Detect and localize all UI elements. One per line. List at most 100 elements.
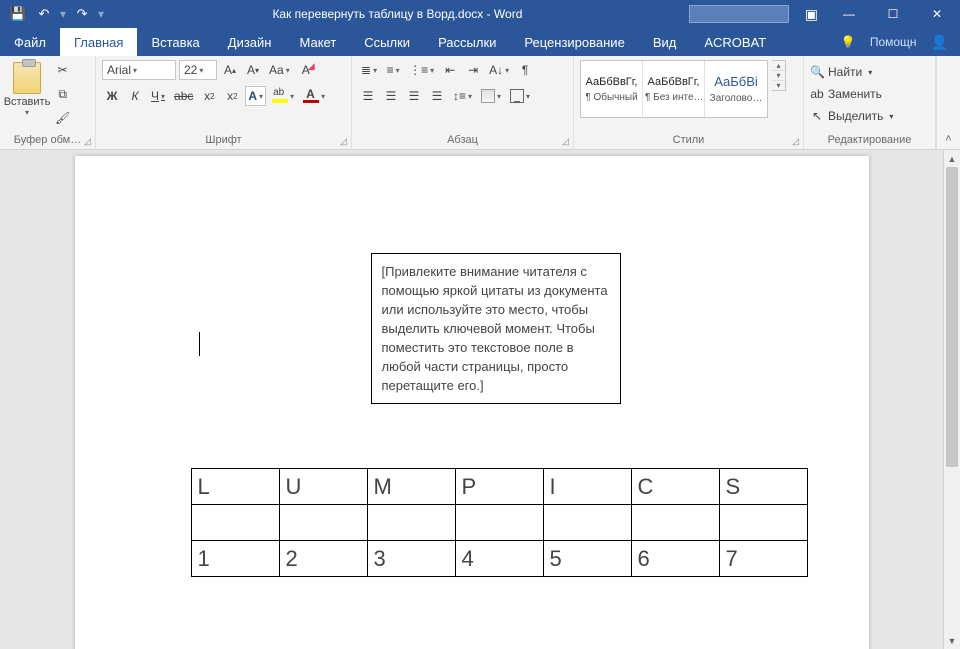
bullets-button[interactable]: ≣ <box>358 60 380 80</box>
save-button[interactable]: 💾 <box>6 2 30 26</box>
table-cell[interactable]: 6 <box>631 541 719 577</box>
redo-button[interactable]: ↷ <box>70 2 94 26</box>
justify-button[interactable]: ☰ <box>427 86 447 106</box>
italic-button[interactable]: К <box>125 86 145 106</box>
decrease-indent-button[interactable]: ⇤ <box>440 60 460 80</box>
paste-button[interactable]: Вставить ▾ <box>6 60 48 117</box>
styles-gallery-scroll[interactable]: ▴ ▾ ▾ <box>772 60 786 91</box>
select-button[interactable]: ↖Выделить▾ <box>810 106 893 126</box>
font-color-button[interactable] <box>300 86 328 106</box>
table-cell[interactable]: U <box>279 469 367 505</box>
tell-me[interactable]: Помощн <box>870 35 917 49</box>
table-cell[interactable] <box>719 505 807 541</box>
numbering-button[interactable]: ≡ <box>383 60 403 80</box>
table-cell[interactable]: 7 <box>719 541 807 577</box>
line-spacing-button[interactable]: ↕≡ <box>450 86 475 106</box>
table-cell[interactable]: C <box>631 469 719 505</box>
font-size-combo[interactable]: 22 <box>179 60 217 80</box>
table-cell[interactable]: 4 <box>455 541 543 577</box>
change-case-button[interactable]: Aa <box>266 60 293 80</box>
ribbon-display-options[interactable]: ▣ <box>805 6 818 23</box>
tab-acrobat[interactable]: ACROBAT <box>690 28 780 56</box>
strikethrough-button[interactable]: abc <box>171 86 196 106</box>
copy-button[interactable]: ⧉ <box>52 84 73 104</box>
superscript-button[interactable]: x2 <box>222 86 242 106</box>
table-cell[interactable]: I <box>543 469 631 505</box>
tab-design[interactable]: Дизайн <box>214 28 286 56</box>
table-row[interactable]: 1 2 3 4 5 6 7 <box>191 541 807 577</box>
table-cell[interactable]: P <box>455 469 543 505</box>
text-box-callout[interactable]: [Привлеките внимание читателя с помощью … <box>371 253 621 404</box>
undo-button[interactable]: ↶ <box>32 2 56 26</box>
highlight-button[interactable] <box>269 86 297 106</box>
style-normal[interactable]: АаБбВвГг, ¶ Обычный <box>581 61 643 117</box>
table-row[interactable]: L U M P I C S <box>191 469 807 505</box>
gallery-down-icon[interactable]: ▾ <box>772 71 785 81</box>
font-name-combo[interactable]: Arial <box>102 60 176 80</box>
sort-button[interactable]: A↓ <box>486 60 512 80</box>
table-cell[interactable] <box>191 505 279 541</box>
borders-button[interactable] <box>507 86 533 106</box>
text-effects-button[interactable]: A <box>245 86 266 106</box>
gallery-up-icon[interactable]: ▴ <box>772 61 785 71</box>
table-cell[interactable]: M <box>367 469 455 505</box>
page[interactable]: [Привлеките внимание читателя с помощью … <box>75 156 869 649</box>
table-cell[interactable] <box>543 505 631 541</box>
maximize-button[interactable]: ☐ <box>872 0 914 28</box>
find-button[interactable]: 🔍Найти▾ <box>810 62 872 82</box>
align-right-button[interactable]: ☰ <box>404 86 424 106</box>
share-icon[interactable]: 👤 <box>931 34 948 51</box>
tab-layout[interactable]: Макет <box>285 28 350 56</box>
collapse-ribbon-button[interactable]: ˄ <box>936 56 960 149</box>
table-cell[interactable]: L <box>191 469 279 505</box>
align-center-button[interactable]: ☰ <box>381 86 401 106</box>
table-cell[interactable] <box>631 505 719 541</box>
tab-mailings[interactable]: Рассылки <box>424 28 510 56</box>
style-no-spacing[interactable]: АаБбВвГг, ¶ Без инте… <box>643 61 705 117</box>
tab-home[interactable]: Главная <box>60 28 137 56</box>
multilevel-list-button[interactable]: ⋮≡ <box>406 60 437 80</box>
styles-dialog-launcher[interactable]: ◿ <box>792 136 799 147</box>
show-marks-button[interactable]: ¶ <box>515 60 535 80</box>
gallery-more-icon[interactable]: ▾ <box>772 81 785 90</box>
document-scroll[interactable]: [Привлеките внимание читателя с помощью … <box>0 150 943 649</box>
align-left-button[interactable]: ☰ <box>358 86 378 106</box>
scroll-down-icon[interactable]: ▼ <box>944 632 960 649</box>
subscript-button[interactable]: x2 <box>199 86 219 106</box>
clipboard-dialog-launcher[interactable]: ◿ <box>84 136 91 147</box>
underline-button[interactable]: Ч <box>148 86 168 106</box>
table-cell[interactable]: S <box>719 469 807 505</box>
minimize-button[interactable]: — <box>828 0 870 28</box>
account-area[interactable] <box>689 5 789 23</box>
table-cell[interactable]: 3 <box>367 541 455 577</box>
shrink-font-button[interactable]: A▾ <box>243 60 263 80</box>
replace-button[interactable]: abЗаменить <box>810 84 882 104</box>
increase-indent-button[interactable]: ⇥ <box>463 60 483 80</box>
table-cell[interactable] <box>455 505 543 541</box>
table-cell[interactable]: 1 <box>191 541 279 577</box>
table-cell[interactable]: 5 <box>543 541 631 577</box>
grow-font-button[interactable]: A▴ <box>220 60 240 80</box>
table-cell[interactable] <box>279 505 367 541</box>
font-dialog-launcher[interactable]: ◿ <box>340 136 347 147</box>
tab-references[interactable]: Ссылки <box>350 28 424 56</box>
tab-view[interactable]: Вид <box>639 28 691 56</box>
scroll-up-icon[interactable]: ▲ <box>944 150 960 167</box>
vertical-scrollbar[interactable]: ▲ ▼ <box>943 150 960 649</box>
close-button[interactable]: ✕ <box>916 0 958 28</box>
cut-button[interactable]: ✂ <box>52 60 73 80</box>
styles-gallery[interactable]: АаБбВвГг, ¶ Обычный АаБбВвГг, ¶ Без инте… <box>580 60 768 118</box>
paragraph-dialog-launcher[interactable]: ◿ <box>562 136 569 147</box>
tab-file[interactable]: Файл <box>0 28 60 56</box>
style-heading1[interactable]: АаБбВі Заголово… <box>705 61 767 117</box>
scroll-track[interactable] <box>944 167 960 632</box>
tab-review[interactable]: Рецензирование <box>510 28 638 56</box>
scroll-thumb[interactable] <box>946 167 958 467</box>
document-table[interactable]: L U M P I C S 1 <box>191 468 808 577</box>
tab-insert[interactable]: Вставка <box>137 28 213 56</box>
clear-formatting-button[interactable]: A◢ <box>296 60 316 80</box>
table-cell[interactable] <box>367 505 455 541</box>
bold-button[interactable]: Ж <box>102 86 122 106</box>
format-painter-button[interactable]: 🖌 <box>52 108 73 128</box>
table-cell[interactable]: 2 <box>279 541 367 577</box>
